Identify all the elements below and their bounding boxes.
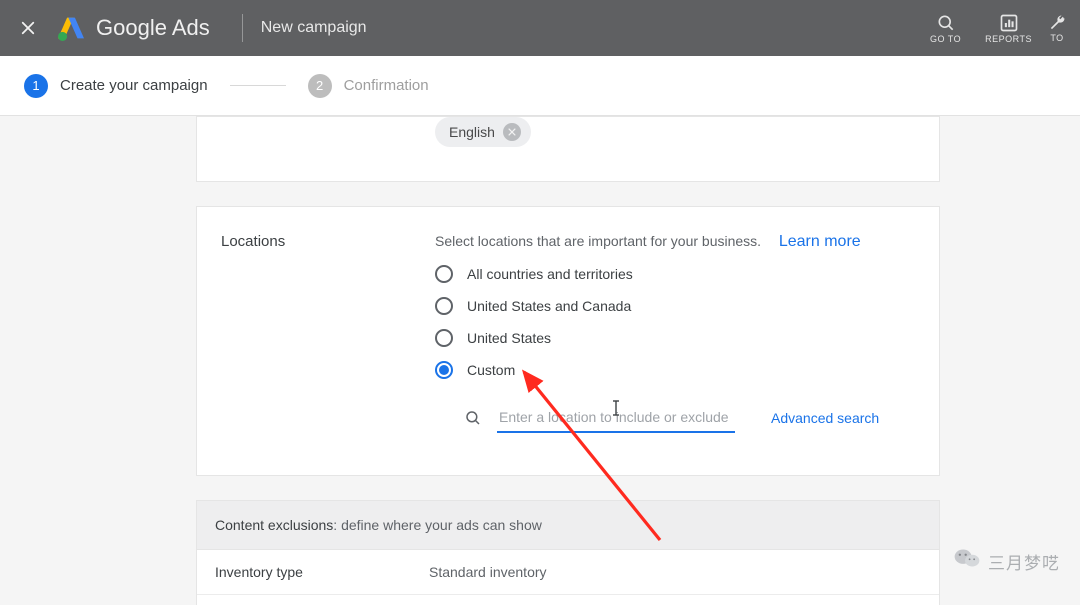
step-2-badge: 2	[308, 74, 332, 98]
search-menu-label: GO TO	[930, 34, 961, 44]
search-icon	[463, 408, 483, 428]
language-chip-label: English	[449, 124, 495, 140]
content-exclusions-card: Content exclusions: define where your ad…	[196, 500, 940, 605]
radio-label: United States and Canada	[467, 298, 631, 314]
languages-card: English	[196, 116, 940, 182]
watermark-text: 三月梦呓	[988, 549, 1060, 574]
location-search-input[interactable]	[497, 403, 735, 433]
reports-icon	[998, 12, 1020, 34]
app-header: Google Ads New campaign GO TO REPORTS TO	[0, 0, 1080, 56]
wrench-icon	[1046, 13, 1068, 33]
radio-icon	[435, 361, 453, 379]
radio-us[interactable]: United States	[435, 329, 915, 347]
step-2-label: Confirmation	[344, 77, 429, 94]
steps-bar: 1 Create your campaign 2 Confirmation	[0, 56, 1080, 116]
excluded-content-row[interactable]: Excluded content Show on all	[197, 595, 939, 605]
locations-description: Select locations that are important for …	[435, 233, 915, 251]
reports-menu-label: REPORTS	[985, 34, 1032, 44]
inventory-type-label: Inventory type	[215, 564, 429, 580]
advanced-search-link[interactable]: Advanced search	[771, 410, 879, 426]
reports-menu[interactable]: REPORTS	[985, 12, 1032, 44]
tools-menu-cut[interactable]: TO	[1050, 13, 1064, 43]
radio-custom[interactable]: Custom	[435, 361, 915, 379]
app-brand: Google Ads	[96, 15, 210, 41]
step-connector	[230, 85, 286, 86]
content-exclusions-header[interactable]: Content exclusions: define where your ad…	[197, 501, 939, 550]
radio-us-canada[interactable]: United States and Canada	[435, 297, 915, 315]
radio-icon	[435, 329, 453, 347]
step-1-badge: 1	[24, 74, 48, 98]
locations-card: Locations Select locations that are impo…	[196, 206, 940, 476]
locations-section-label: Locations	[221, 233, 435, 433]
step-1-label: Create your campaign	[60, 77, 208, 94]
content-exclusions-subtitle: : define where your ads can show	[333, 517, 542, 533]
search-icon	[935, 12, 957, 34]
language-chip[interactable]: English	[435, 117, 531, 147]
step-confirmation[interactable]: 2 Confirmation	[308, 74, 429, 98]
radio-label: All countries and territories	[467, 266, 633, 282]
radio-label: United States	[467, 330, 551, 346]
page-title: New campaign	[261, 19, 367, 37]
learn-more-link[interactable]: Learn more	[779, 233, 861, 250]
tools-menu-label: TO	[1050, 33, 1063, 43]
watermark: 三月梦呓	[954, 547, 1060, 575]
header-divider	[242, 14, 243, 42]
app-logo: Google Ads	[58, 15, 210, 41]
inventory-type-row[interactable]: Inventory type Standard inventory	[197, 550, 939, 595]
search-menu[interactable]: GO TO	[930, 12, 961, 44]
radio-icon	[435, 265, 453, 283]
wechat-icon	[954, 547, 980, 575]
radio-all-countries[interactable]: All countries and territories	[435, 265, 915, 283]
close-icon[interactable]	[16, 16, 40, 40]
radio-label: Custom	[467, 362, 515, 378]
location-search-row: Advanced search	[463, 403, 915, 433]
step-create[interactable]: 1 Create your campaign	[24, 74, 208, 98]
inventory-type-value: Standard inventory	[429, 564, 547, 580]
remove-icon[interactable]	[503, 123, 521, 141]
content-exclusions-title: Content exclusions	[215, 517, 333, 533]
radio-icon	[435, 297, 453, 315]
